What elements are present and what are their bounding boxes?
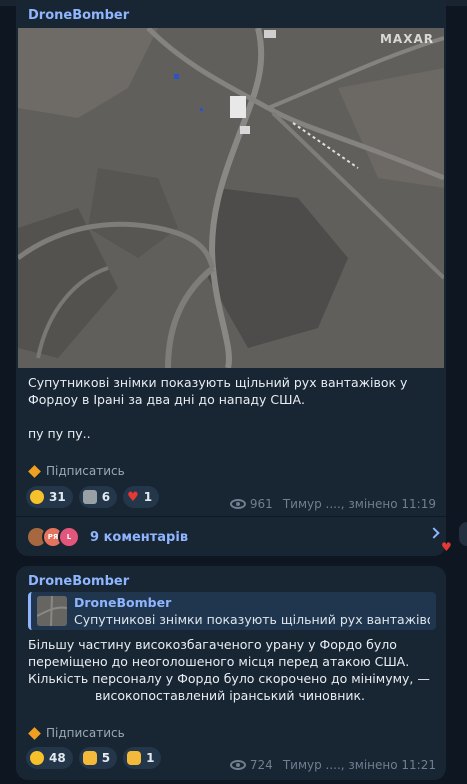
author-edited-time: Тимур ...., змінено 11:19 — [282, 497, 436, 511]
subscribe-link[interactable]: Підписатись — [28, 726, 125, 740]
maxar-watermark: MAXAR — [379, 32, 434, 46]
commenter-avatar: L — [58, 526, 80, 548]
reaction-count: 1 — [143, 490, 153, 504]
reaction-grinning[interactable]: 31 — [26, 486, 73, 508]
orange-diamond-icon — [28, 464, 41, 478]
subscribe-label: Підписатись — [46, 726, 125, 740]
reaction-count: 48 — [49, 751, 66, 765]
heart-icon: ♥ — [441, 540, 452, 554]
message-line: Супутникові знімки показують щільний рух… — [28, 375, 408, 390]
grinning-face-emoji-icon — [30, 751, 44, 765]
subscribe-link[interactable]: Підписатись — [28, 464, 125, 478]
orange-diamond-icon — [28, 726, 41, 740]
divider — [16, 516, 446, 517]
folded-hands-emoji-icon — [127, 751, 142, 765]
scroll-button[interactable] — [459, 522, 467, 546]
views-count: 724 — [249, 758, 273, 772]
reactions-bar: 48 5 1 — [26, 747, 162, 769]
moai-emoji-icon — [82, 490, 97, 504]
sender-name[interactable]: DroneBomber — [28, 8, 129, 23]
message-meta: 724 Тимур ...., змінено 11:21 — [229, 758, 436, 772]
message-line: Більшу частину високозбагаченого урану у… — [28, 637, 397, 652]
comments-label: 9 коментарів — [90, 529, 189, 545]
reactions-bar: 31 6 ♥ 1 — [26, 486, 160, 508]
message-line: переміщено до неоголошеного місця перед … — [28, 654, 410, 669]
views-eye-icon — [229, 760, 246, 770]
reaction-thumbs-up[interactable]: 5 — [78, 747, 118, 769]
chevron-right-icon — [428, 527, 440, 539]
message-text: Більшу частину високозбагаченого урану у… — [28, 636, 432, 704]
reaction-moai[interactable]: 6 — [78, 486, 118, 508]
quote-thumbnail-drawing — [37, 596, 67, 626]
sender-name[interactable]: DroneBomber — [28, 574, 129, 589]
message-meta: 961 Тимур ...., змінено 11:19 — [229, 497, 436, 511]
author-edited-time: Тимур ...., змінено 11:21 — [282, 758, 436, 772]
quote-thumbnail — [37, 596, 67, 626]
red-heart-emoji-icon: ♥ — [127, 489, 139, 505]
channel-post: DroneBomber DroneBomber Супутникові знім… — [16, 566, 446, 780]
grinning-face-emoji-icon — [30, 490, 44, 504]
views-eye-icon — [229, 499, 246, 509]
reaction-folded-hands[interactable]: 1 — [123, 747, 162, 769]
message-line: високопоставлений іранський чиновник. — [94, 688, 366, 703]
message-line: Фордоу в Ірані за два дні до нападу США. — [28, 392, 305, 407]
reply-quote[interactable]: DroneBomber Супутникові знімки показують… — [28, 592, 436, 630]
message-line: пу пу пу.. — [28, 426, 91, 441]
subscribe-label: Підписатись — [46, 464, 125, 478]
satellite-photo[interactable]: MAXAR — [18, 28, 444, 368]
satellite-image-drawing — [18, 28, 444, 368]
reaction-grinning[interactable]: 48 — [26, 747, 73, 769]
views-count: 961 — [249, 497, 273, 511]
channel-post: DroneBomber MAXAR Супутникові знімки пок… — [16, 0, 446, 556]
message-line: Кількість персоналу у Фордо було скороче… — [28, 671, 430, 686]
reaction-count: 5 — [101, 751, 111, 765]
reaction-count: 31 — [49, 490, 66, 504]
reaction-count: 6 — [101, 490, 111, 504]
reaction-heart[interactable]: ♥ 1 — [123, 486, 160, 508]
thumbs-up-emoji-icon — [82, 751, 97, 765]
quote-sender: DroneBomber — [74, 595, 172, 610]
message-text: Супутникові знімки показують щільний рух… — [28, 374, 432, 442]
reaction-count: 1 — [146, 751, 155, 765]
quote-text: Супутникові знімки показують щільний рух… — [74, 612, 430, 627]
comments-button[interactable]: РЯ L 9 коментарів — [26, 524, 440, 550]
